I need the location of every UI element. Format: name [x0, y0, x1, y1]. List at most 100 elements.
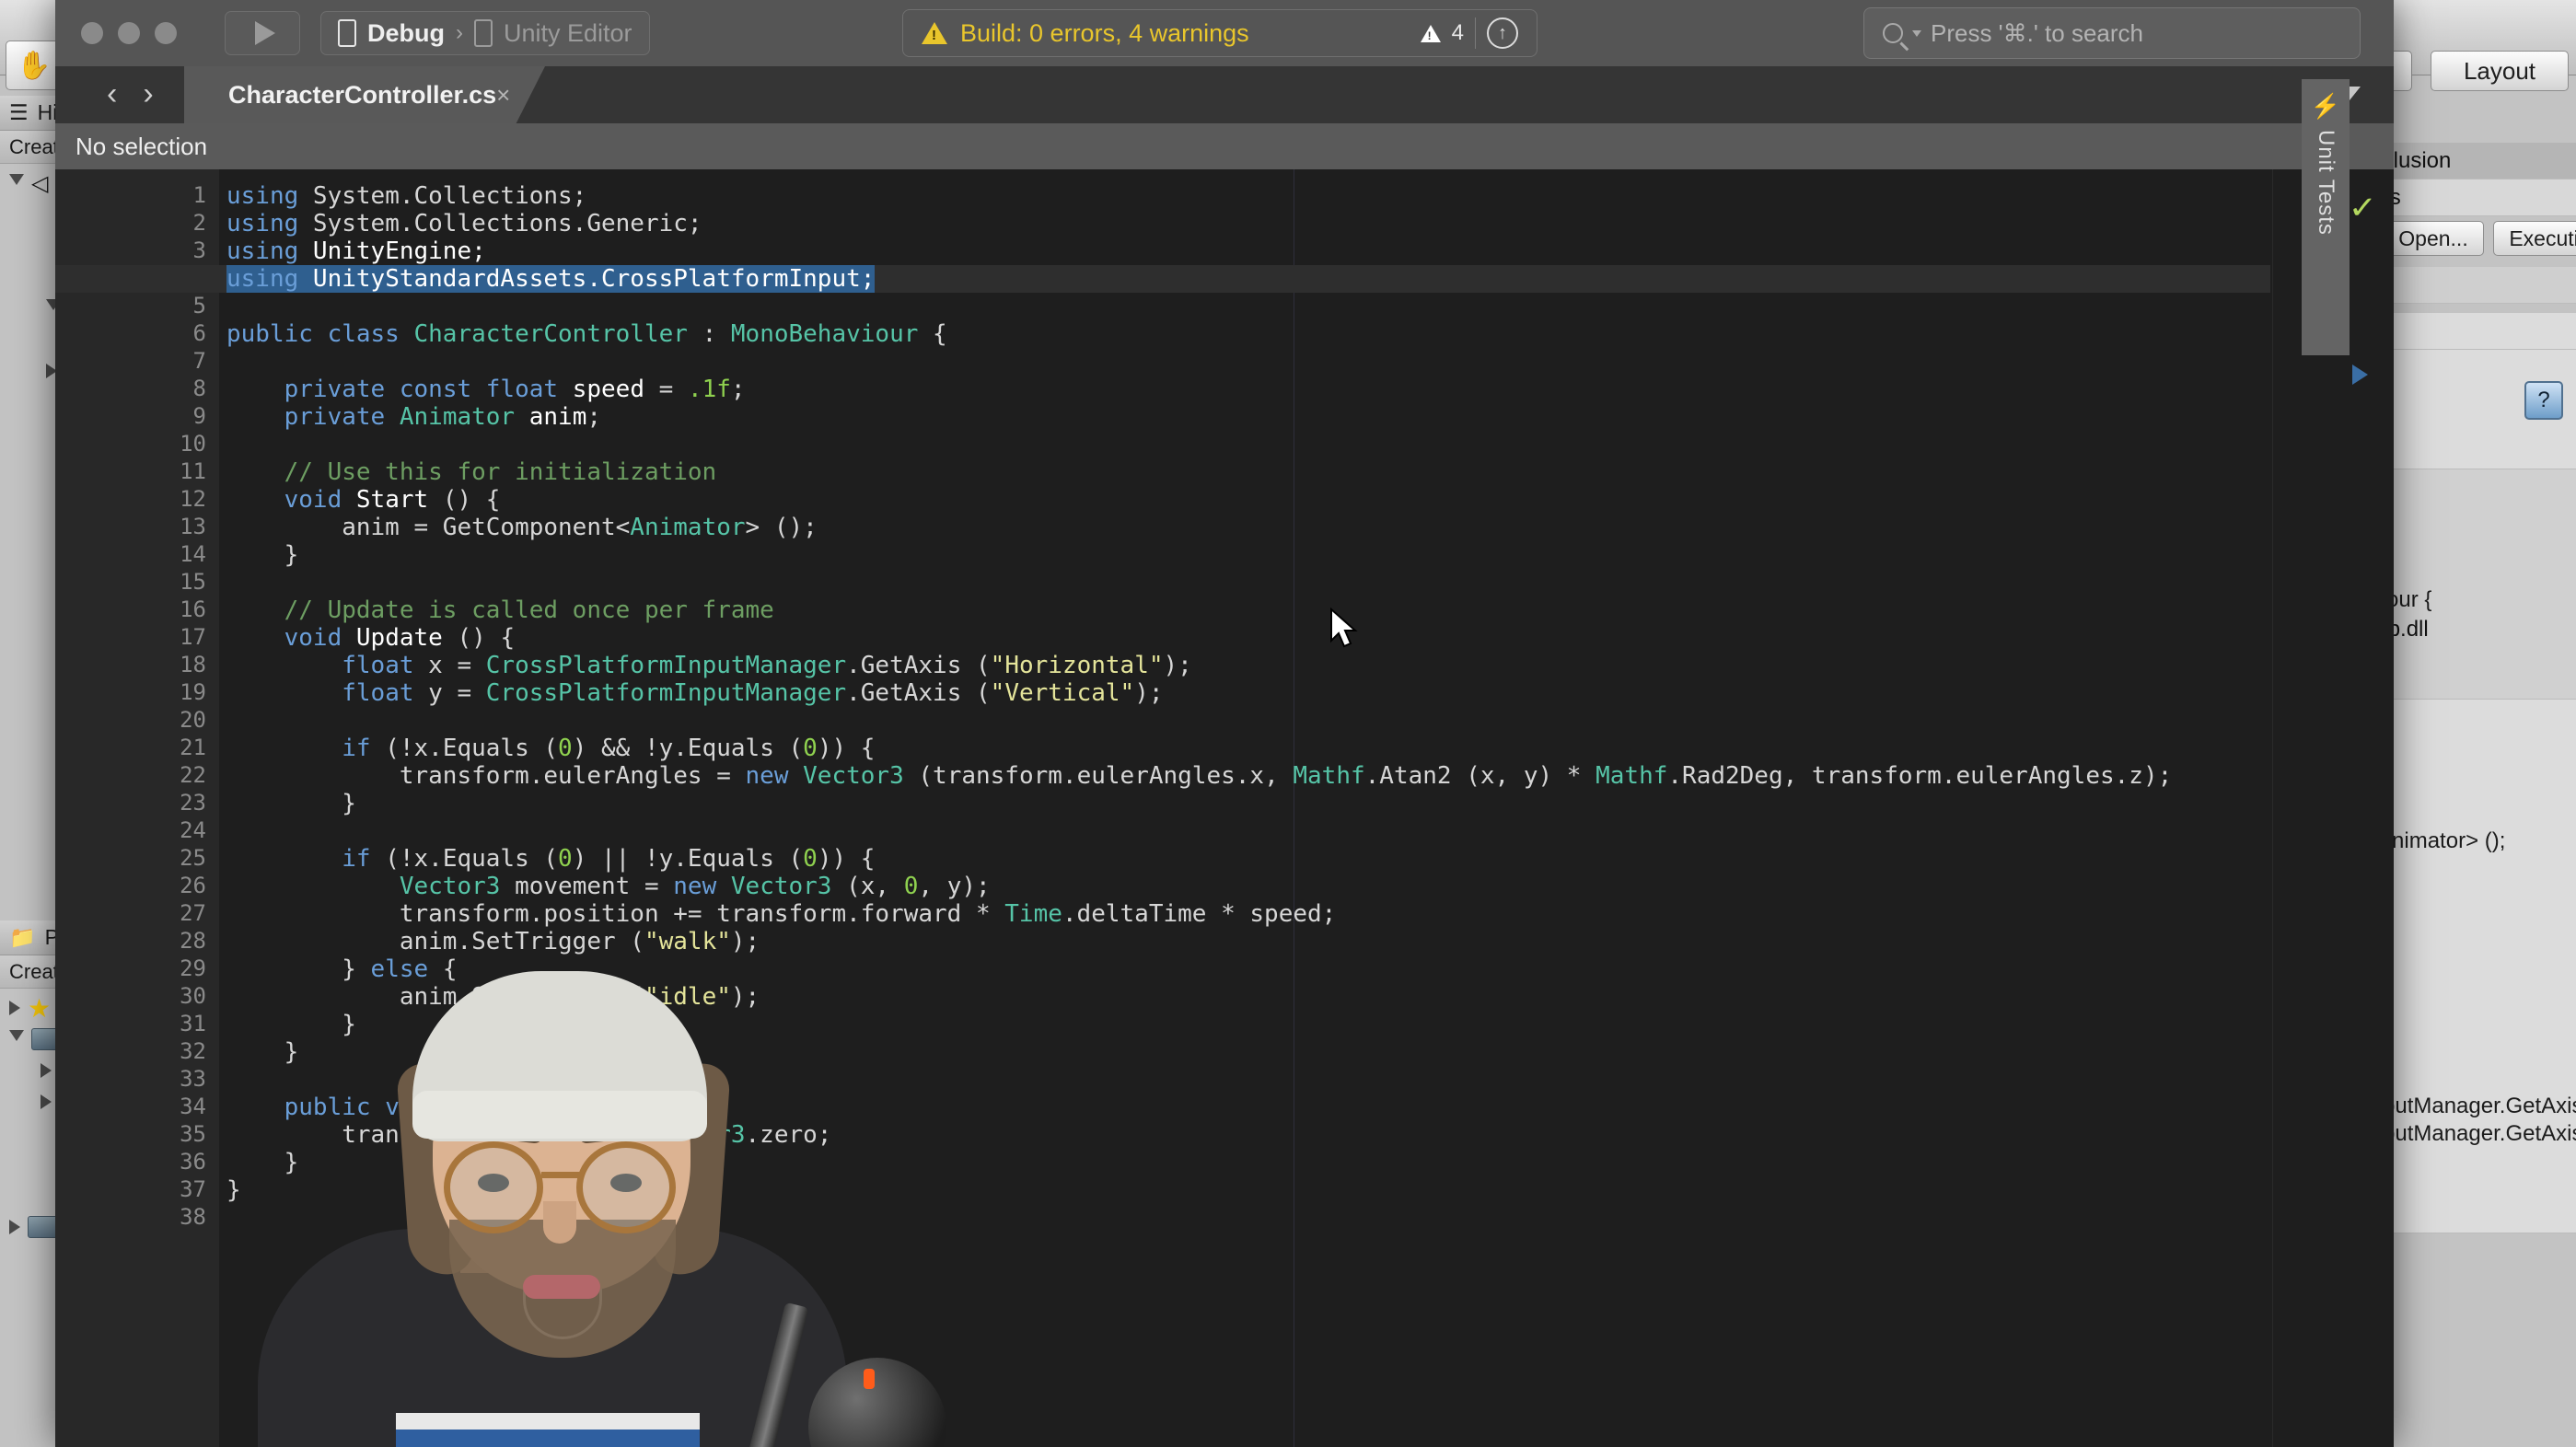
code-token: :: [687, 320, 731, 348]
unit-tests-label: Unit Tests: [2314, 130, 2338, 236]
run-button[interactable]: [225, 11, 300, 55]
code-line[interactable]: void Update () {: [226, 624, 515, 652]
code-line[interactable]: anim.SetTrigger ("walk");: [226, 928, 760, 955]
code-line[interactable]: Vector3 movement = new Vector3 (x, 0, y)…: [226, 873, 991, 900]
code-line[interactable]: float x = CrossPlatformInputManager.GetA…: [226, 652, 1192, 679]
chevron-right-icon[interactable]: [41, 1063, 52, 1078]
code-line[interactable]: void Start () {: [226, 486, 501, 514]
webcam-video-overlay: [157, 953, 967, 1447]
scene-icon: ◁: [31, 170, 49, 196]
code-token: CrossPlatformInputManager: [485, 679, 847, 707]
code-line[interactable]: if (!x.Equals (0) || !y.Equals (0)) {: [226, 845, 875, 873]
code-line[interactable]: using UnityEngine;: [226, 237, 486, 265]
line-number: 26: [180, 873, 206, 898]
execution-order-button[interactable]: Execution O: [2493, 221, 2576, 256]
code-token: if: [342, 845, 371, 873]
line-number: 27: [180, 900, 206, 926]
editor-minimap[interactable]: ✓: [2272, 169, 2394, 1447]
unit-tests-tab[interactable]: ⚡ Unit Tests: [2302, 79, 2350, 355]
code-token: void: [284, 624, 356, 652]
divider: [1475, 17, 1476, 49]
layout-dropdown[interactable]: Layout: [2431, 51, 2569, 91]
navigate-forward-icon[interactable]: ›: [143, 77, 153, 110]
code-token: private: [284, 403, 400, 431]
line-number: 24: [180, 817, 206, 843]
code-token: using: [226, 265, 313, 293]
breadcrumb[interactable]: No selection: [55, 123, 2394, 169]
code-line[interactable]: public class CharacterController : MonoB…: [226, 320, 947, 348]
line-number: 15: [180, 569, 206, 595]
minimize-window-button[interactable]: [118, 22, 140, 44]
chevron-down-icon[interactable]: [9, 174, 24, 192]
chevron-right-icon[interactable]: [9, 1220, 20, 1234]
code-line[interactable]: // Update is called once per frame: [226, 596, 774, 624]
line-number: 16: [180, 596, 206, 622]
chevron-right-icon[interactable]: [9, 1001, 20, 1015]
no-selection-label: No selection: [75, 132, 208, 160]
code-token: y =: [428, 679, 486, 707]
code-line[interactable]: transform.eulerAngles = new Vector3 (tra…: [226, 762, 2172, 790]
folder-icon: [28, 1216, 59, 1238]
window-traffic-lights[interactable]: [81, 22, 177, 44]
code-token: .Atan2 (x, y) *: [1364, 762, 1596, 790]
line-number: 14: [180, 541, 206, 567]
chevron-down-icon[interactable]: [9, 1030, 24, 1048]
close-window-button[interactable]: [81, 22, 103, 44]
code-line[interactable]: using System.Collections.Generic;: [226, 210, 702, 237]
code-token: void: [284, 486, 356, 514]
code-token: Animator: [630, 514, 746, 541]
search-input[interactable]: Press '⌘.' to search: [1863, 7, 2361, 59]
code-token: UnityEngine;: [312, 237, 486, 265]
navigation-arrows[interactable]: ‹ ›: [107, 77, 154, 110]
close-icon[interactable]: ×: [496, 81, 510, 110]
line-number: 20: [180, 707, 206, 733]
code-token: ;: [586, 403, 602, 431]
window-titlebar: Debug › Unity Editor Build: 0 errors, 4 …: [55, 0, 2394, 66]
hand-tool-icon[interactable]: ✋: [6, 41, 63, 90]
configuration-label: Debug: [367, 18, 445, 47]
zoom-window-button[interactable]: [155, 22, 177, 44]
code-line[interactable]: transform.position += transform.forward …: [226, 900, 1337, 928]
up-arrow-circle-icon[interactable]: ↑: [1487, 17, 1518, 49]
chevron-down-icon[interactable]: [1912, 29, 1921, 37]
code-token: 0: [558, 845, 573, 873]
tab-character-controller[interactable]: CharacterController.cs ×: [184, 66, 545, 123]
code-token: .GetAxis (: [846, 679, 991, 707]
code-token: .deltaTime * speed;: [1062, 900, 1337, 928]
code-line[interactable]: using UnityStandardAssets.CrossPlatformI…: [226, 265, 876, 293]
code-token: );: [1134, 679, 1164, 707]
code-token: // Use this for initialization: [226, 458, 717, 486]
line-number: 23: [180, 790, 206, 816]
code-token: Mathf: [1293, 762, 1365, 790]
help-icon[interactable]: ?: [2524, 381, 2563, 420]
code-line[interactable]: private const float speed = .1f;: [226, 376, 746, 403]
code-line[interactable]: float y = CrossPlatformInputManager.GetA…: [226, 679, 1164, 707]
blue-arrow-icon[interactable]: [2352, 365, 2368, 385]
code-token: Start: [355, 486, 429, 514]
code-token: () {: [442, 624, 516, 652]
code-line[interactable]: anim = GetComponent<Animator> ();: [226, 514, 818, 541]
code-token: > ();: [745, 514, 818, 541]
green-check-icon: ✓: [2348, 191, 2377, 226]
line-number: 13: [180, 514, 206, 539]
configuration-selector[interactable]: Debug › Unity Editor: [320, 11, 650, 55]
navigate-back-icon[interactable]: ‹: [107, 77, 117, 110]
code-token: if: [342, 735, 371, 762]
line-number: 28: [180, 928, 206, 954]
code-token: "walk": [644, 928, 731, 955]
code-line[interactable]: // Use this for initialization: [226, 458, 717, 486]
code-token: Animator: [399, 403, 516, 431]
build-status-bar[interactable]: Build: 0 errors, 4 warnings 4 ↑: [902, 9, 1537, 57]
code-line[interactable]: private Animator anim;: [226, 403, 601, 431]
open-button[interactable]: Open...: [2383, 221, 2484, 256]
code-line[interactable]: }: [226, 790, 356, 817]
code-token: Time: [1004, 900, 1062, 928]
code-line[interactable]: using System.Collections;: [226, 182, 586, 210]
code-line[interactable]: }: [226, 541, 299, 569]
code-line[interactable]: if (!x.Equals (0) && !y.Equals (0)) {: [226, 735, 875, 762]
chevron-right-icon[interactable]: [41, 1094, 52, 1109]
